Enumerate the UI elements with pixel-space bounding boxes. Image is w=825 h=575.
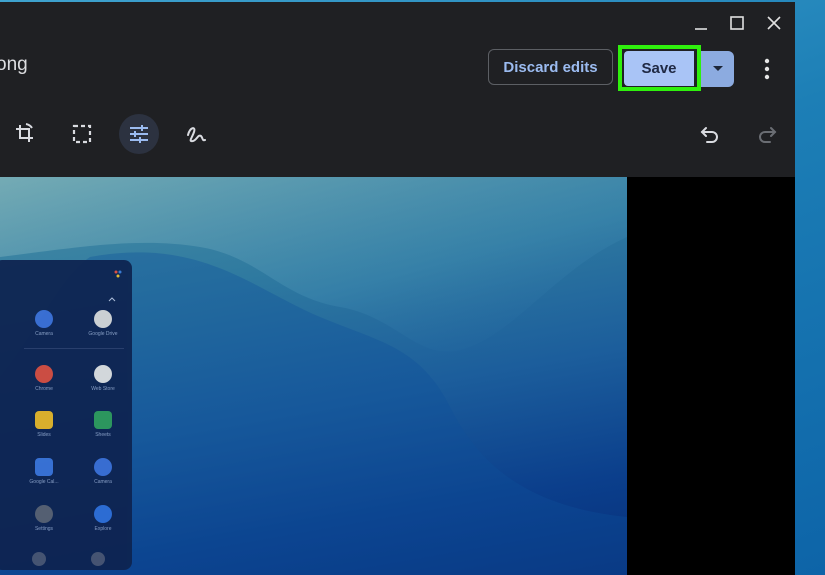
app-tile[interactable]: Web Store [73, 365, 133, 392]
app-icon-partial [32, 552, 46, 566]
web-store-app-icon [94, 365, 112, 383]
app-tile[interactable]: Camera [73, 458, 133, 485]
markup-pen-icon [187, 127, 206, 143]
save-highlight-box [618, 45, 701, 91]
google-assistant-icon [114, 270, 122, 278]
rotate-crop-icon [16, 123, 33, 142]
chevron-down-icon [712, 66, 723, 71]
app-tile[interactable]: Slides [14, 411, 74, 438]
maximize-icon [730, 16, 744, 30]
app-tile[interactable]: Chrome [14, 365, 74, 392]
sheets-app-icon [94, 411, 112, 429]
file-title: ong [0, 54, 28, 75]
select-region-icon [72, 124, 92, 144]
slides-app-icon [35, 411, 53, 429]
minimize-icon [695, 28, 707, 30]
adjust-tool[interactable] [119, 114, 159, 154]
photo-editor-window: ong Discard edits Save Camera Google Dri… [0, 2, 795, 575]
chevron-up-icon [108, 297, 116, 302]
app-tile[interactable]: Sheets [73, 411, 133, 438]
markup-tool[interactable] [176, 114, 216, 154]
edited-image: Camera Google Drive Chrome Web Store Sli… [0, 177, 627, 575]
rotate-crop-tool[interactable] [5, 114, 45, 154]
redo-icon [759, 127, 777, 143]
google-drive-app-icon [94, 310, 112, 328]
more-vertical-icon [764, 58, 770, 80]
adjust-sliders-icon [130, 125, 148, 143]
minimize-button[interactable] [688, 10, 714, 36]
more-options-button[interactable] [754, 54, 780, 84]
maximize-button[interactable] [724, 10, 750, 36]
app-icon-partial [91, 552, 105, 566]
app-tile[interactable]: Camera [14, 310, 74, 337]
camera-app-icon [35, 310, 53, 328]
undo-button[interactable] [690, 114, 730, 154]
chrome-app-icon [35, 365, 53, 383]
app-launcher: Camera Google Drive Chrome Web Store Sli… [0, 260, 132, 570]
save-options-dropdown[interactable] [701, 51, 734, 87]
discard-edits-button[interactable]: Discard edits [488, 49, 613, 85]
undo-icon [700, 127, 718, 143]
redo-button[interactable] [747, 114, 787, 154]
explore-app-icon [94, 505, 112, 523]
select-region-tool[interactable] [62, 114, 102, 154]
settings-app-icon [35, 505, 53, 523]
close-button[interactable] [761, 10, 787, 36]
divider [24, 348, 124, 349]
app-tile[interactable]: Google Cal... [14, 458, 74, 485]
camera-app-icon [94, 458, 112, 476]
close-icon [767, 16, 781, 30]
google-calendar-app-icon [35, 458, 53, 476]
image-canvas[interactable]: Camera Google Drive Chrome Web Store Sli… [0, 177, 795, 575]
app-tile[interactable]: Settings [14, 505, 74, 532]
app-tile[interactable]: Explore [73, 505, 133, 532]
app-tile[interactable]: Google Drive [73, 310, 133, 337]
